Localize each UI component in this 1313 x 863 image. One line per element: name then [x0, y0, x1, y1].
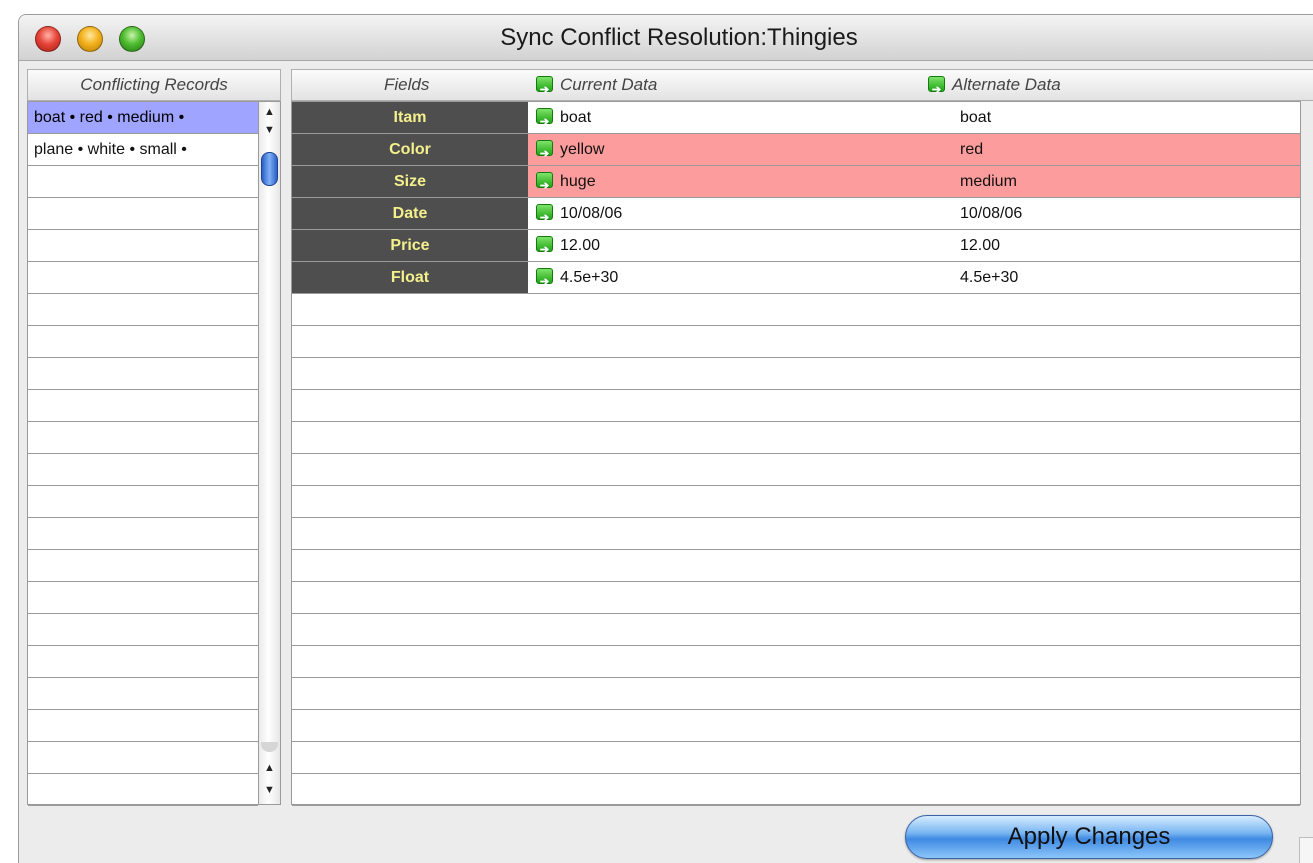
green-arrow-icon[interactable] — [536, 171, 553, 202]
field-name-cell: Date — [292, 198, 528, 229]
green-arrow-icon[interactable] — [536, 235, 553, 266]
table-row: Itam boat boat — [292, 102, 1300, 138]
empty-list-row — [28, 390, 258, 422]
current-data-cell[interactable]: 10/08/06 — [528, 198, 952, 234]
empty-table-row — [292, 390, 1300, 422]
current-data-cell[interactable]: huge — [528, 166, 952, 202]
alternate-data-cell[interactable]: 4.5e+30 — [952, 262, 1300, 293]
empty-list-row — [28, 582, 258, 614]
scroll-down-arrow-icon[interactable]: ▼ — [259, 122, 280, 138]
empty-list-row — [28, 326, 258, 358]
current-data-header-label: Current Data — [560, 75, 658, 94]
empty-list-row — [28, 486, 258, 518]
empty-table-row — [292, 294, 1300, 326]
record-list-item[interactable]: plane • white • small • — [28, 134, 258, 166]
field-name-cell: Float — [292, 262, 528, 293]
empty-list-row — [28, 742, 258, 774]
empty-list-row — [28, 198, 258, 230]
empty-table-row — [292, 614, 1300, 646]
empty-table-row — [292, 454, 1300, 486]
alternate-data-cell[interactable]: 10/08/06 — [952, 198, 1300, 229]
empty-list-row — [28, 678, 258, 710]
current-data-cell[interactable]: 12.00 — [528, 230, 952, 266]
empty-list-row — [28, 294, 258, 326]
empty-table-row — [292, 774, 1300, 806]
window-title: Sync Conflict Resolution:Thingies — [500, 24, 858, 51]
empty-list-row — [28, 550, 258, 582]
table-header: Fields Current Data Alternate Data — [291, 69, 1313, 105]
current-data-value: huge — [560, 173, 596, 190]
field-name-cell: Size — [292, 166, 528, 197]
green-arrow-icon[interactable] — [928, 75, 945, 105]
empty-table-row — [292, 550, 1300, 582]
field-name-cell: Color — [292, 134, 528, 165]
conflicting-records-list: boat • red • medium • plane • white • sma… — [27, 101, 259, 806]
empty-list-row — [28, 262, 258, 294]
resize-grip[interactable] — [1299, 837, 1313, 863]
current-data-column-header[interactable]: Current Data — [536, 70, 658, 105]
empty-list-row — [28, 774, 258, 806]
empty-table-row — [292, 326, 1300, 358]
green-arrow-icon[interactable] — [536, 267, 553, 298]
green-arrow-icon[interactable] — [536, 139, 553, 170]
conflict-fields-table: Itam boat boat Color yellow red Size huge medium… — [291, 101, 1301, 806]
current-data-value: 10/08/06 — [560, 205, 623, 222]
empty-table-row — [292, 710, 1300, 742]
current-data-value: boat — [560, 109, 592, 126]
current-data-cell[interactable]: boat — [528, 102, 952, 138]
scroll-track-end — [261, 742, 278, 752]
empty-table-row — [292, 646, 1300, 678]
empty-table-row — [292, 678, 1300, 710]
empty-table-row — [292, 582, 1300, 614]
record-list-item[interactable]: boat • red • medium • — [28, 102, 258, 134]
alternate-data-cell[interactable]: boat — [952, 102, 1300, 133]
scroll-thumb[interactable] — [261, 152, 278, 186]
table-row: Size huge medium — [292, 166, 1300, 202]
table-row: Date 10/08/06 10/08/06 — [292, 198, 1300, 234]
empty-table-row — [292, 422, 1300, 454]
alternate-data-cell[interactable]: 12.00 — [952, 230, 1300, 261]
empty-list-row — [28, 358, 258, 390]
sync-conflict-window: Sync Conflict Resolution:Thingies Confli… — [18, 14, 1313, 863]
records-scrollbar[interactable]: ▲ ▼ ▲ ▼ — [259, 101, 281, 805]
green-arrow-icon[interactable] — [536, 107, 553, 138]
green-arrow-icon[interactable] — [536, 75, 553, 105]
current-data-cell[interactable]: yellow — [528, 134, 952, 170]
titlebar[interactable]: Sync Conflict Resolution:Thingies — [19, 15, 1313, 61]
current-data-value: 4.5e+30 — [560, 269, 619, 286]
empty-list-row — [28, 614, 258, 646]
empty-list-row — [28, 230, 258, 262]
field-name-cell: Price — [292, 230, 528, 261]
empty-table-row — [292, 486, 1300, 518]
table-row: Float 4.5e+30 4.5e+30 — [292, 262, 1300, 298]
alternate-data-cell[interactable]: red — [952, 134, 1300, 165]
table-row: Price 12.00 12.00 — [292, 230, 1300, 266]
empty-list-row — [28, 454, 258, 486]
empty-table-row — [292, 742, 1300, 774]
empty-table-row — [292, 518, 1300, 550]
empty-list-row — [28, 166, 258, 198]
alternate-data-header-label: Alternate Data — [952, 75, 1061, 94]
current-data-cell[interactable]: 4.5e+30 — [528, 262, 952, 298]
empty-table-row — [292, 358, 1300, 390]
scroll-down-arrow-icon[interactable]: ▼ — [259, 782, 280, 798]
empty-list-row — [28, 518, 258, 550]
green-arrow-icon[interactable] — [536, 203, 553, 234]
current-data-value: 12.00 — [560, 237, 601, 254]
empty-list-row — [28, 646, 258, 678]
empty-list-row — [28, 710, 258, 742]
current-data-value: yellow — [560, 141, 605, 158]
empty-list-row — [28, 422, 258, 454]
apply-changes-button[interactable]: Apply Changes — [905, 815, 1273, 859]
scroll-up-arrow-icon[interactable]: ▲ — [259, 104, 280, 120]
fields-column-header: Fields — [384, 75, 430, 94]
alternate-data-cell[interactable]: medium — [952, 166, 1300, 197]
field-name-cell: Itam — [292, 102, 528, 133]
conflicting-records-header: Conflicting Records — [27, 69, 281, 101]
scroll-up-arrow-icon[interactable]: ▲ — [259, 760, 280, 776]
alternate-data-column-header[interactable]: Alternate Data — [928, 70, 1061, 105]
table-row: Color yellow red — [292, 134, 1300, 170]
